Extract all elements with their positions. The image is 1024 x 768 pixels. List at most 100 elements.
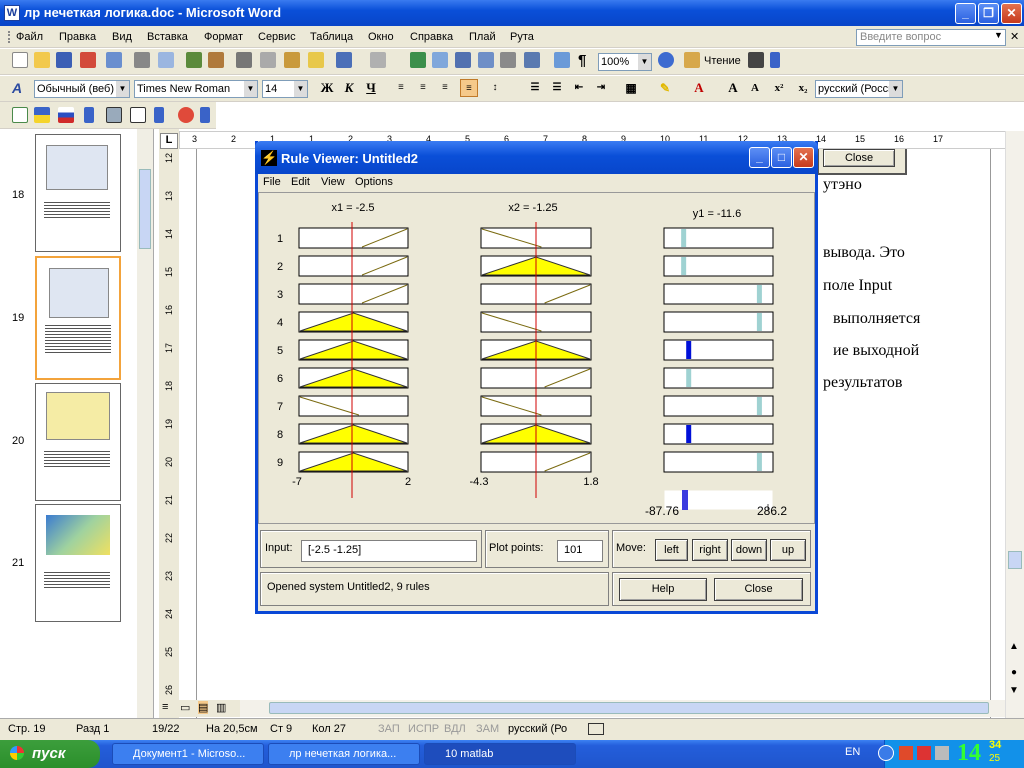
menu-table[interactable]: Таблица	[310, 31, 353, 43]
rv-menu-options[interactable]: Options	[355, 176, 393, 188]
columns-icon[interactable]	[500, 52, 516, 68]
borders-icon[interactable]: ▦	[622, 79, 640, 97]
toolbar-options-icon-2[interactable]	[84, 107, 94, 123]
style-dropdown-icon[interactable]: ▼	[116, 81, 129, 97]
new-doc-icon[interactable]	[12, 52, 28, 68]
tray-app-icon-3[interactable]	[935, 746, 949, 760]
spelling-status-icon[interactable]	[588, 723, 604, 735]
tab-selector-icon[interactable]: L	[160, 133, 178, 149]
browse-object-icon[interactable]: ●	[1011, 667, 1017, 678]
tray-app-icon-2[interactable]	[917, 746, 931, 760]
input-field[interactable]: [-2.5 -1.25]	[301, 540, 477, 562]
move-right-button[interactable]: right	[692, 539, 728, 561]
size-dropdown-icon[interactable]: ▼	[294, 81, 307, 97]
show-formatting-icon[interactable]: ¶	[578, 52, 586, 69]
matlab-icon[interactable]: ⚡	[261, 150, 277, 166]
help-icon[interactable]	[658, 52, 674, 68]
cut-icon[interactable]	[236, 52, 252, 68]
justify-icon[interactable]: ≡	[460, 79, 478, 97]
research-icon[interactable]	[208, 52, 224, 68]
word-app-icon[interactable]: W	[4, 5, 20, 21]
thumbnail-page-18[interactable]	[35, 134, 121, 252]
move-up-button[interactable]: up	[770, 539, 806, 561]
tray-expand-icon[interactable]	[878, 745, 894, 761]
undo-icon[interactable]	[336, 52, 352, 68]
open-icon[interactable]	[34, 52, 50, 68]
status-ext[interactable]: ВДЛ	[444, 723, 466, 735]
language-select[interactable]: русский (Росси ▼	[815, 80, 903, 98]
font-select[interactable]: Times New Roman ▼	[134, 80, 258, 98]
web-view-icon[interactable]: ▭	[180, 701, 190, 714]
align-center-icon[interactable]: ≡	[414, 79, 432, 97]
hyperlink-icon[interactable]	[410, 52, 426, 68]
prev-page-icon[interactable]: ▲	[1009, 641, 1019, 652]
redo-icon[interactable]	[370, 52, 386, 68]
task-document1[interactable]: Документ1 - Microso...	[112, 743, 264, 765]
subscript-icon[interactable]: x₂	[794, 79, 812, 97]
language-indicator[interactable]: EN	[845, 746, 860, 758]
record-icon[interactable]	[178, 107, 194, 123]
menu-close-icon[interactable]: ✕	[1010, 30, 1019, 43]
shrink-font-icon[interactable]: A	[746, 79, 764, 97]
font-color-icon[interactable]: A	[690, 79, 708, 97]
print-icon[interactable]	[134, 52, 150, 68]
help-button[interactable]: Help	[619, 578, 707, 601]
zoom-dropdown-icon[interactable]: ▼	[638, 54, 651, 70]
thumbnail-scrollbar[interactable]	[137, 129, 153, 718]
minimize-button[interactable]: _	[955, 3, 976, 24]
find-icon[interactable]	[748, 52, 764, 68]
line-spacing-icon[interactable]: ↕	[486, 79, 504, 97]
read-mode-icon[interactable]	[684, 52, 700, 68]
menu-file[interactable]: Файл	[16, 31, 43, 43]
rv-close-button[interactable]: ✕	[793, 147, 814, 168]
rv-menu-view[interactable]: View	[321, 176, 345, 188]
tables-borders-icon[interactable]	[432, 52, 448, 68]
help-search-input[interactable]: Введите вопрос	[856, 29, 1006, 46]
drawing-icon[interactable]	[524, 52, 540, 68]
thumbnail-page-20[interactable]	[35, 383, 121, 501]
rv-maximize-button[interactable]: □	[771, 147, 792, 168]
highlight-icon[interactable]: ✎	[656, 79, 674, 97]
h-scroll-thumb[interactable]	[269, 702, 989, 714]
grow-font-icon[interactable]: A	[724, 79, 742, 97]
status-trk[interactable]: ИСПР	[408, 723, 439, 735]
bold-icon[interactable]: Ж	[318, 79, 336, 97]
rv-close-action-button[interactable]: Close	[714, 578, 803, 601]
menu-tools[interactable]: Сервис	[258, 31, 296, 43]
italic-icon[interactable]: К	[340, 79, 358, 97]
document-scrollbar[interactable]: ▲ ● ▼	[1005, 131, 1024, 718]
search-dropdown-icon[interactable]: ▼	[994, 30, 1003, 40]
zoom-tool-icon[interactable]	[106, 107, 122, 123]
russia-flag-icon[interactable]	[58, 107, 74, 123]
tray-app-icon-1[interactable]	[899, 746, 913, 760]
menu-view[interactable]: Вид	[112, 31, 132, 43]
menu-help[interactable]: Справка	[410, 31, 453, 43]
maximize-button[interactable]: ❐	[978, 3, 999, 24]
permission-icon[interactable]	[80, 52, 96, 68]
save-icon[interactable]	[56, 52, 72, 68]
underline-icon[interactable]: Ч	[362, 79, 380, 97]
menu-ruta[interactable]: Рута	[510, 31, 534, 43]
move-left-button[interactable]: left	[655, 539, 688, 561]
plot-points-field[interactable]: 101	[557, 540, 603, 562]
rv-minimize-button[interactable]: _	[749, 147, 770, 168]
lang-dropdown-icon[interactable]: ▼	[889, 81, 902, 97]
paste-icon[interactable]	[284, 52, 300, 68]
zoom-select[interactable]: 100% ▼	[598, 53, 652, 71]
align-right-icon[interactable]: ≡	[436, 79, 454, 97]
insert-table-icon[interactable]	[455, 52, 471, 68]
next-page-icon[interactable]: ▼	[1009, 685, 1019, 696]
superscript-icon[interactable]: x²	[770, 79, 788, 97]
clock-hours[interactable]: 14	[957, 740, 981, 767]
toolbar-options-icon[interactable]	[770, 52, 780, 68]
menu-insert[interactable]: Вставка	[147, 31, 188, 43]
email-icon[interactable]	[106, 52, 122, 68]
rv-menu-edit[interactable]: Edit	[291, 176, 310, 188]
move-down-button[interactable]: down	[731, 539, 767, 561]
toolbar-options-icon-4[interactable]	[200, 107, 210, 123]
toolbar-options-icon-3[interactable]	[154, 107, 164, 123]
format-painter-icon[interactable]	[308, 52, 324, 68]
numbering-icon[interactable]: ☰	[526, 79, 544, 97]
font-dropdown-icon[interactable]: ▼	[244, 81, 257, 97]
thumbnail-page-21[interactable]	[35, 504, 121, 622]
